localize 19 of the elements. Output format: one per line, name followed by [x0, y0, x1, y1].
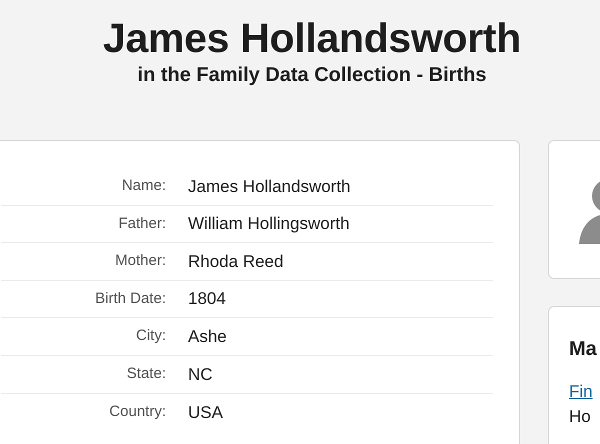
side-card-text: Ho	[569, 406, 591, 428]
field-value: William Hollingsworth	[188, 213, 350, 236]
field-value: 1804	[188, 288, 226, 310]
field-value: Rhoda Reed	[188, 250, 284, 273]
side-card-link[interactable]: Fin	[569, 382, 593, 401]
field-label: Birth Date:	[94, 288, 166, 309]
field-label: State:	[126, 364, 166, 384]
field-value: NC	[188, 364, 213, 386]
field-value: USA	[188, 402, 223, 424]
field-label: Country:	[108, 402, 166, 422]
field-label: Father:	[117, 214, 166, 234]
side-card-heading: Ma	[569, 337, 597, 362]
field-label: Name:	[120, 176, 166, 196]
field-label: Mother:	[114, 251, 166, 272]
field-label: City:	[135, 326, 166, 346]
page-title: James Hollandsworth	[102, 14, 522, 62]
field-value: Ashe	[188, 326, 227, 348]
field-value: James Hollandsworth	[188, 176, 351, 198]
page-subtitle: in the Family Data Collection - Births	[138, 63, 486, 88]
